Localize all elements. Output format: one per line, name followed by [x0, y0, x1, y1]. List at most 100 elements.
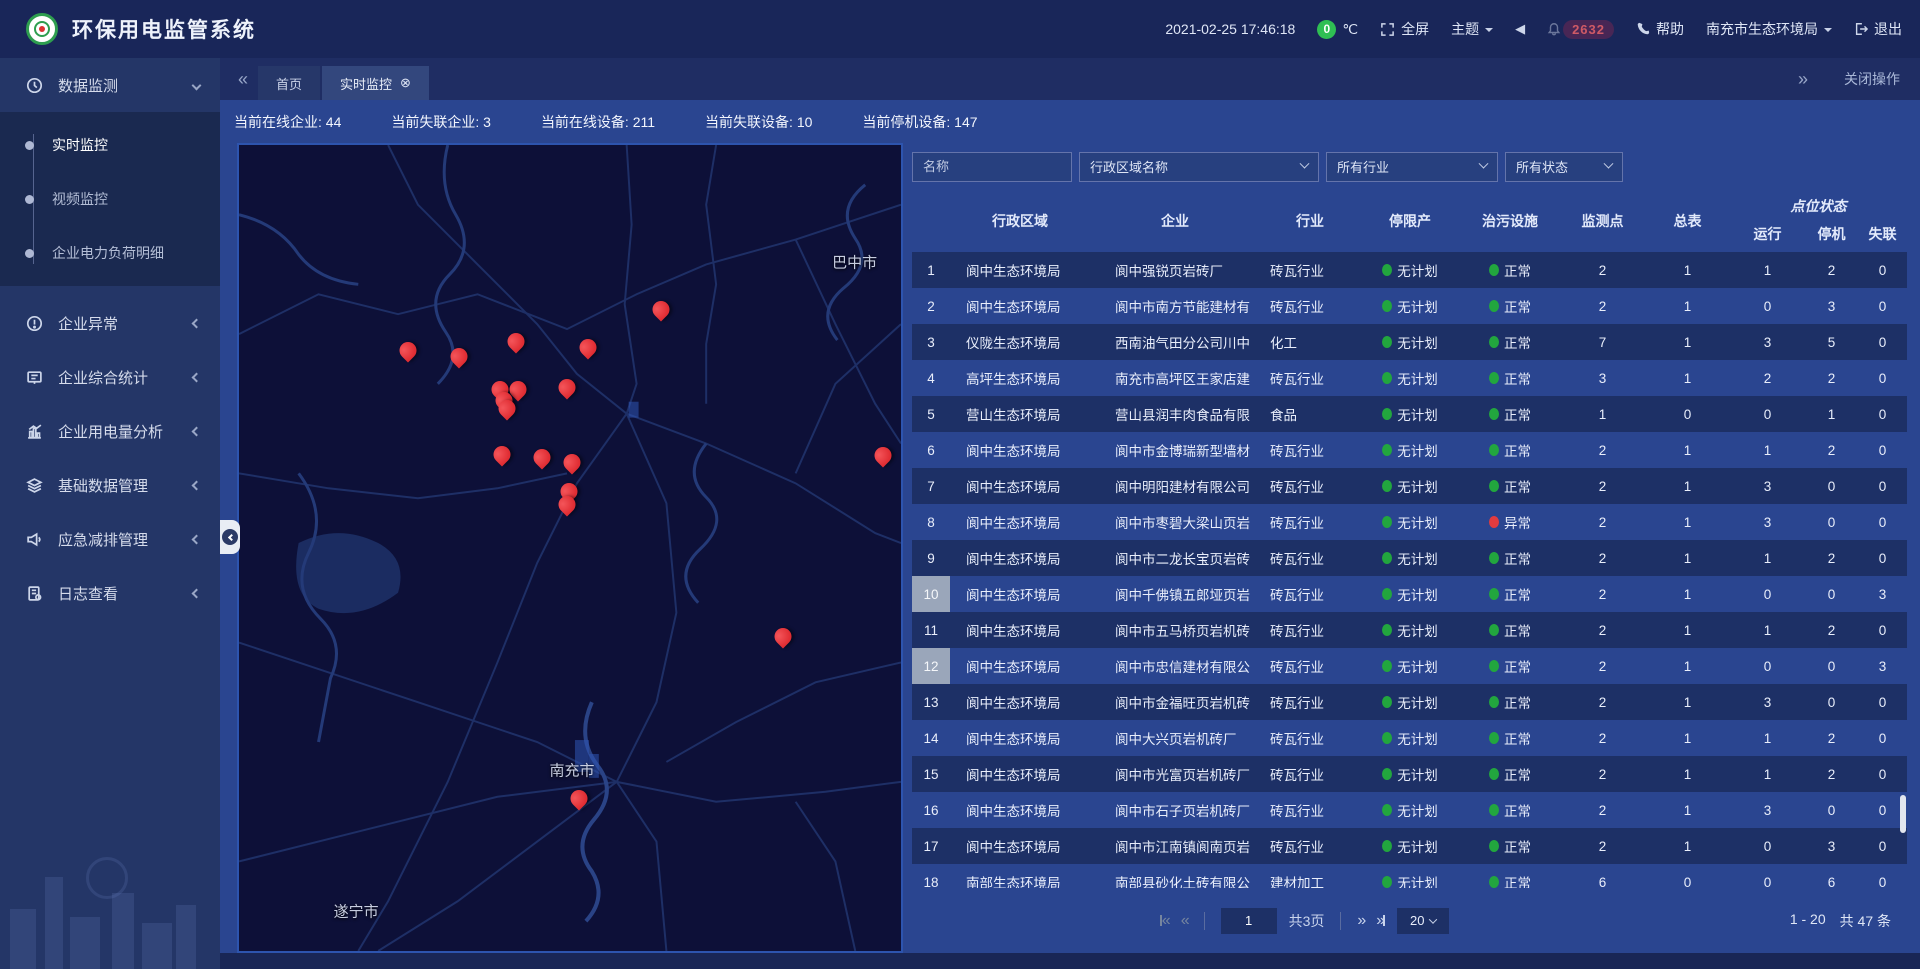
- sound-icon[interactable]: ◀: [1515, 21, 1525, 37]
- table-panel: 行政区域名称 所有行业 所有状态 行政区域 企业 行业 停限产: [912, 143, 1907, 953]
- next-page-icon[interactable]: »: [1357, 912, 1364, 930]
- table-row[interactable]: 14阆中生态环境局阆中大兴页岩机砖厂砖瓦行业无计划正常21120: [912, 720, 1907, 756]
- chevron-down-icon: [1604, 159, 1614, 169]
- cell-points: 3: [1560, 371, 1645, 386]
- sidebar-item-3[interactable]: 企业综合统计: [0, 350, 220, 404]
- status-dot: [1489, 444, 1499, 456]
- fullscreen-button[interactable]: 全屏: [1380, 19, 1429, 39]
- tab-active[interactable]: 实时监控⊗: [322, 66, 429, 100]
- table-row[interactable]: 13阆中生态环境局阆中市金福旺页岩机砖砖瓦行业无计划正常21300: [912, 684, 1907, 720]
- industry-select[interactable]: 所有行业: [1326, 152, 1498, 182]
- cell-company: 阆中市二龙长宝页岩砖: [1090, 548, 1260, 568]
- cell-points: 2: [1560, 623, 1645, 638]
- cell-points: 6: [1560, 875, 1645, 889]
- horn-icon: [26, 531, 44, 548]
- cell-facility-status: 正常: [1460, 728, 1560, 748]
- notifications[interactable]: 2632: [1547, 20, 1614, 39]
- status-text: 正常: [1504, 872, 1531, 888]
- table-row[interactable]: 4高坪生态环境局南充市高坪区王家店建砖瓦行业无计划正常31220: [912, 360, 1907, 396]
- region-select[interactable]: 行政区域名称: [1079, 152, 1319, 182]
- org-dropdown[interactable]: 南充市生态环境局: [1706, 19, 1832, 39]
- tab-scroll-left-icon[interactable]: «: [228, 69, 258, 90]
- cell-facility-status: 正常: [1460, 404, 1560, 424]
- sidebar-item-7[interactable]: 日志查看: [0, 566, 220, 620]
- table-row[interactable]: 9阆中生态环境局阆中市二龙长宝页岩砖砖瓦行业无计划正常21120: [912, 540, 1907, 576]
- cell-region: 仪陇生态环境局: [950, 332, 1090, 352]
- table-row[interactable]: 17阆中生态环境局阆中市江南镇阆南页岩砖瓦行业无计划正常21030: [912, 828, 1907, 864]
- map-roads: [239, 145, 901, 951]
- sidebar-item-6[interactable]: 应急减排管理: [0, 512, 220, 566]
- tab-bar: « 首页实时监控⊗ » 关闭操作: [220, 58, 1920, 100]
- cell-region: 阆中生态环境局: [950, 548, 1090, 568]
- cell-industry: 食品: [1260, 404, 1360, 424]
- table-row[interactable]: 11阆中生态环境局阆中市五马桥页岩机砖砖瓦行业无计划正常21120: [912, 612, 1907, 648]
- table-row[interactable]: 8阆中生态环境局阆中市枣碧大梁山页岩砖瓦行业无计划异常21300: [912, 504, 1907, 540]
- cell-lost: 0: [1858, 623, 1907, 638]
- row-number: 16: [912, 792, 950, 828]
- table-row[interactable]: 5营山生态环境局营山县润丰肉食品有限食品无计划正常10010: [912, 396, 1907, 432]
- table-row[interactable]: 15阆中生态环境局阆中市光富页岩机砖厂砖瓦行业无计划正常21120: [912, 756, 1907, 792]
- status-text: 正常: [1504, 260, 1531, 280]
- tab-scroll-right-icon[interactable]: »: [1788, 69, 1818, 90]
- cell-run: 0: [1730, 659, 1805, 674]
- cell-points: 2: [1560, 695, 1645, 710]
- name-search-input[interactable]: [912, 152, 1072, 182]
- row-number: 4: [912, 360, 950, 396]
- sidebar-collapse-button[interactable]: [220, 520, 240, 554]
- table-row[interactable]: 3仪陇生态环境局西南油气田分公司川中化工无计划正常71350: [912, 324, 1907, 360]
- cell-stop-status: 无计划: [1360, 584, 1460, 604]
- last-page-icon[interactable]: »: [1376, 912, 1385, 930]
- first-page-icon[interactable]: «: [1160, 912, 1169, 930]
- page-size-select[interactable]: 20: [1397, 908, 1449, 934]
- close-operations-button[interactable]: 关闭操作: [1844, 69, 1900, 89]
- stat-item: 当前在线设备: 211: [541, 112, 655, 132]
- status-text: 无计划: [1397, 620, 1438, 640]
- table-row[interactable]: 12阆中生态环境局阆中市忠信建材有限公砖瓦行业无计划正常21003: [912, 648, 1907, 684]
- cell-stop-status: 无计划: [1360, 404, 1460, 424]
- chevron-left-icon: [192, 372, 202, 382]
- row-number: 7: [912, 468, 950, 504]
- table-row[interactable]: 10阆中生态环境局阆中千佛镇五郎垭页岩砖瓦行业无计划正常21003: [912, 576, 1907, 612]
- cell-facility-status: 正常: [1460, 872, 1560, 888]
- tab[interactable]: 首页: [258, 66, 320, 100]
- logout-button[interactable]: 退出: [1854, 19, 1902, 39]
- col-meters: 总表: [1674, 211, 1702, 231]
- page-number-input[interactable]: [1221, 908, 1277, 934]
- cell-facility-status: 正常: [1460, 260, 1560, 280]
- chevron-down-icon: [1824, 28, 1832, 36]
- table-row[interactable]: 18南部生态环境局南部县砂化土砖有限公建材加工无计划正常60060: [912, 864, 1907, 888]
- status-text: 正常: [1504, 656, 1531, 676]
- notification-badge: 2632: [1563, 20, 1614, 39]
- sidebar-item-1[interactable]: 数据监测: [0, 58, 220, 112]
- tab-close-icon[interactable]: ⊗: [400, 75, 411, 91]
- theme-dropdown[interactable]: 主题: [1451, 19, 1493, 39]
- map-panel[interactable]: 巴中市南充市遂宁市: [237, 143, 903, 953]
- sidebar-item-5[interactable]: 基础数据管理: [0, 458, 220, 512]
- status-text: 无计划: [1397, 548, 1438, 568]
- stat-item: 当前停机设备: 147: [862, 112, 977, 132]
- cell-run: 3: [1730, 515, 1805, 530]
- sidebar-item-2[interactable]: 企业异常: [0, 296, 220, 350]
- prev-page-icon[interactable]: «: [1181, 912, 1188, 930]
- table-row[interactable]: 1阆中生态环境局阆中强锐页岩砖厂砖瓦行业无计划正常21120: [912, 252, 1907, 288]
- cell-lost: 0: [1858, 839, 1907, 854]
- scrollbar-thumb[interactable]: [1900, 795, 1906, 833]
- table-row[interactable]: 2阆中生态环境局阆中市南方节能建材有砖瓦行业无计划正常21030: [912, 288, 1907, 324]
- status-select[interactable]: 所有状态: [1505, 152, 1623, 182]
- table-row[interactable]: 16阆中生态环境局阆中市石子页岩机砖厂砖瓦行业无计划正常21300: [912, 792, 1907, 828]
- skyline-wheel: [86, 857, 128, 899]
- table-row[interactable]: 7阆中生态环境局阆中明阳建材有限公司砖瓦行业无计划正常21300: [912, 468, 1907, 504]
- cell-region: 阆中生态环境局: [950, 476, 1090, 496]
- sidebar-subitem[interactable]: 实时监控: [0, 118, 220, 172]
- sidebar-subitem[interactable]: 企业电力负荷明细: [0, 226, 220, 280]
- sidebar-subitem[interactable]: 视频监控: [0, 172, 220, 226]
- cell-facility-status: 正常: [1460, 836, 1560, 856]
- help-button[interactable]: 帮助: [1636, 19, 1684, 39]
- sidebar-item-label: 企业异常: [58, 313, 118, 334]
- cell-facility-status: 正常: [1460, 692, 1560, 712]
- cell-stop-status: 无计划: [1360, 440, 1460, 460]
- sidebar-item-4[interactable]: 企业用电量分析: [0, 404, 220, 458]
- col-region: 行政区域: [992, 211, 1048, 231]
- table-row[interactable]: 6阆中生态环境局阆中市金博瑞新型墙材砖瓦行业无计划正常21120: [912, 432, 1907, 468]
- status-text: 无计划: [1397, 440, 1438, 460]
